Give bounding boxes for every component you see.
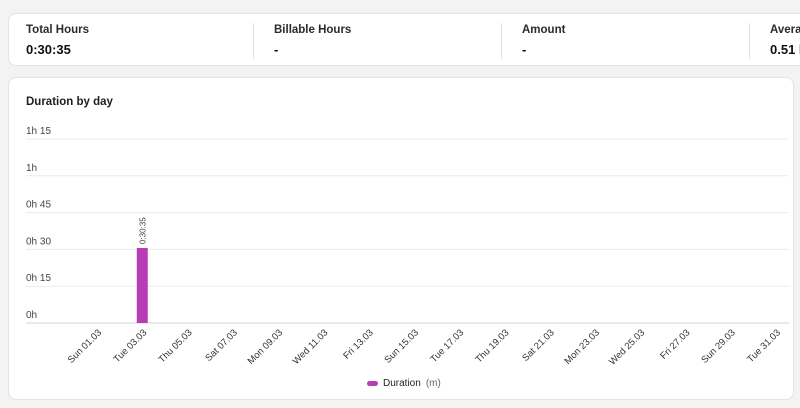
x-tick-label: Tue 03.03 — [112, 327, 150, 365]
stat-label: Averag — [770, 24, 800, 36]
stat-divider — [253, 23, 254, 59]
x-tick-label: Thu 05.03 — [157, 327, 195, 365]
stat-label: Amount — [522, 24, 566, 36]
chart-legend[interactable]: Duration (m) — [367, 378, 441, 389]
x-tick-label: Thu 19.03 — [473, 327, 511, 365]
stat-divider — [749, 23, 750, 59]
x-tick-label: Sun 29.03 — [699, 327, 737, 365]
stat-total-hours: Total Hours 0:30:35 — [9, 14, 257, 65]
stat-value: 0:30:35 — [26, 42, 71, 57]
x-tick-label: Sat 21.03 — [520, 327, 557, 364]
x-tick-label: Mon 23.03 — [562, 327, 602, 367]
stat-value: 0.51 h — [770, 42, 800, 57]
stat-label: Total Hours — [26, 24, 90, 36]
x-tick-label: Mon 09.03 — [246, 327, 286, 367]
y-tick-label: 0h 15 — [26, 273, 51, 284]
chart-card: Duration by day 0h 0h 15 0h 30 0h 45 1h 1h 15… — [8, 77, 794, 400]
stat-amount: Amount - — [505, 14, 753, 65]
y-tick-label: 1h — [26, 163, 37, 174]
x-tick-label: Tue 31.03 — [745, 327, 783, 365]
legend-series-name: Duration — [383, 378, 421, 389]
stat-value: - — [522, 42, 527, 57]
summary-bar: Total Hours 0:30:35 Billable Hours - Amo… — [8, 13, 800, 66]
x-tick-label: Wed 25.03 — [607, 327, 647, 367]
stat-divider — [501, 23, 502, 59]
x-tick-label: Wed 11.03 — [291, 327, 331, 367]
x-tick-label: Tue 17.03 — [428, 327, 466, 365]
y-tick-label: 0h 30 — [26, 236, 51, 247]
y-tick-label: 0h 45 — [26, 200, 51, 211]
x-tick-label: Sun 15.03 — [383, 327, 421, 365]
x-tick-label: Sat 07.03 — [203, 327, 240, 364]
legend-swatch — [367, 381, 378, 386]
x-tick-label: Fri 27.03 — [658, 327, 692, 361]
x-tick-label: Fri 13.03 — [341, 327, 375, 361]
stat-average: Averag 0.51 h — [753, 14, 800, 65]
stat-billable-hours: Billable Hours - — [257, 14, 505, 65]
bar-data-label: 0:30:35 — [138, 217, 147, 244]
y-tick-label: 0h — [26, 310, 37, 321]
y-tick-label: 1h 15 — [26, 126, 51, 137]
stat-value: - — [274, 42, 279, 57]
bar — [136, 247, 148, 323]
stat-label: Billable Hours — [274, 24, 352, 36]
duration-chart: 0h 0h 15 0h 30 0h 45 1h 1h 15 0:30:35 Sun 01.03… — [26, 126, 789, 367]
x-tick-label: Sun 01.03 — [66, 327, 104, 365]
legend-series-unit: (m) — [425, 378, 441, 389]
